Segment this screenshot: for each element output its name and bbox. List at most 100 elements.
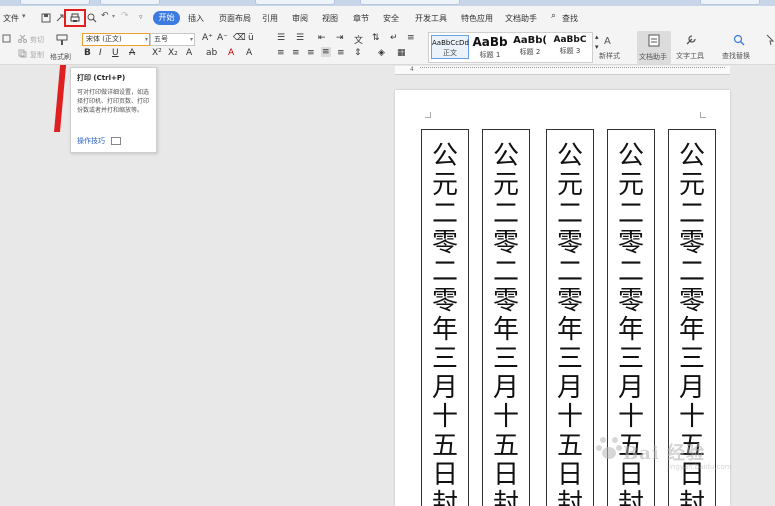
file-menu[interactable]: 文件 (3, 13, 19, 24)
show-marks-icon[interactable]: ↵ (390, 33, 398, 43)
distributed-icon[interactable]: ≡ (337, 48, 345, 58)
tab-page-layout[interactable]: 页面布局 (219, 13, 251, 24)
tab-featured-apps[interactable]: 特色应用 (461, 13, 493, 24)
style-normal[interactable]: AaBbCcDd 正文 (431, 35, 469, 59)
bullets-icon[interactable]: ☰ (277, 33, 285, 43)
italic-icon[interactable]: I (99, 48, 102, 58)
sort-icon[interactable]: ⇅ (372, 33, 380, 43)
char-border-icon[interactable]: A (246, 48, 252, 58)
clear-format-icon[interactable]: ⌫ (233, 33, 246, 43)
subscript-icon[interactable]: X₂ (168, 48, 178, 58)
tab-start[interactable]: 开始 (153, 11, 180, 25)
pinyin-guide-icon[interactable]: ü (248, 33, 254, 43)
chevron-down-icon[interactable]: ▾ (190, 34, 193, 45)
play-icon[interactable] (111, 137, 121, 145)
sort-az-icon[interactable]: ≡ (407, 33, 415, 43)
superscript-icon[interactable]: X² (152, 48, 162, 58)
tab-insert[interactable]: 插入 (188, 13, 204, 24)
copy-icon[interactable] (18, 49, 27, 58)
bold-icon[interactable]: B (84, 48, 91, 58)
decrease-indent-icon[interactable]: ⇤ (318, 33, 326, 43)
tab-developer[interactable]: 开发工具 (415, 13, 447, 24)
doc-assistant-button[interactable]: 文档助手 (637, 31, 671, 64)
chinese-layout-icon[interactable]: 文 (354, 33, 363, 46)
cut-button[interactable]: 剪切 (30, 35, 44, 45)
column-char: 元 (556, 170, 583, 200)
tab-view[interactable]: 视图 (322, 13, 338, 24)
window-tab[interactable] (360, 0, 460, 5)
horizontal-ruler[interactable]: 4 (395, 66, 730, 75)
style-heading-3[interactable]: AaBbC 标题 3 (551, 35, 589, 56)
justify-icon[interactable]: ≡ (321, 47, 331, 57)
text-effect-icon[interactable]: A (186, 48, 192, 58)
new-style-icon[interactable]: A (604, 34, 616, 46)
redo-icon[interactable]: ↷ (121, 11, 129, 21)
text-column[interactable]: 公元二零二零年三月十五日封 (546, 129, 594, 506)
column-char: 日 (492, 460, 519, 490)
copy-button[interactable]: 复制 (30, 50, 44, 60)
borders-icon[interactable]: ▦ (397, 48, 406, 58)
text-column[interactable]: 公元二零二零年三月十五日封 (482, 129, 530, 506)
crop-mark (700, 112, 706, 118)
chevron-down-icon[interactable]: ▾ (22, 12, 26, 20)
window-tab[interactable] (20, 0, 90, 5)
wrench-icon[interactable] (685, 34, 697, 46)
find-replace-button[interactable]: 查找替换 (722, 51, 750, 61)
text-tools-button[interactable]: 文字工具 (676, 51, 704, 61)
window-tab[interactable] (100, 0, 160, 5)
grow-font-icon[interactable]: A⁺ (202, 33, 213, 43)
window-tab[interactable] (700, 0, 760, 5)
tab-references[interactable]: 引用 (262, 13, 278, 24)
highlight-icon[interactable]: ab (206, 48, 217, 58)
styles-scroll-icon[interactable]: ▾ (595, 43, 599, 51)
styles-scroll-icon[interactable]: ▴ (595, 33, 599, 41)
column-char: 封 (492, 489, 519, 506)
style-heading-2[interactable]: AaBb( 标题 2 (511, 35, 549, 57)
chevron-down-icon[interactable]: ▾ (145, 34, 148, 45)
paw-logo-icon (596, 437, 622, 459)
column-char: 零 (678, 286, 705, 316)
strikethrough-icon[interactable]: A (129, 48, 135, 58)
align-left-icon[interactable]: ≡ (277, 48, 285, 58)
line-spacing-icon[interactable]: ⇕ (354, 48, 362, 58)
cut-icon[interactable] (18, 34, 27, 43)
column-char: 二 (431, 199, 458, 229)
font-size-select[interactable]: 五号 ▾ (150, 33, 195, 46)
new-style-button[interactable]: 新样式 (599, 51, 620, 61)
undo-icon[interactable]: ↶ (101, 11, 109, 21)
tips-link[interactable]: 操作技巧 (77, 136, 105, 146)
format-painter-icon[interactable] (56, 34, 68, 46)
chevron-down-icon[interactable]: ▾ (112, 13, 115, 20)
customize-toolbar-icon[interactable]: ▿ (139, 13, 143, 21)
numbering-icon[interactable]: ☰ (296, 33, 304, 43)
align-right-icon[interactable]: ≡ (307, 48, 315, 58)
align-center-icon[interactable]: ≡ (292, 48, 300, 58)
tab-chapter[interactable]: 章节 (353, 13, 369, 24)
format-painter-button[interactable]: 格式刷 (50, 52, 71, 62)
underline-icon[interactable]: U (112, 48, 119, 58)
tab-security[interactable]: 安全 (383, 13, 399, 24)
style-name: 标题 2 (519, 48, 541, 56)
text-column[interactable]: 公元二零二零年三月十五日封 (421, 129, 469, 506)
style-heading-1[interactable]: AaBb 标题 1 (471, 35, 509, 60)
window-tab[interactable] (255, 0, 335, 5)
shrink-font-icon[interactable]: A⁻ (217, 33, 228, 43)
column-char: 月 (617, 373, 644, 403)
increase-indent-icon[interactable]: ⇥ (336, 33, 344, 43)
font-name-value: 宋体 (正文) (86, 35, 122, 43)
column-text: 公元二零二零年三月十五日封 (422, 130, 468, 506)
search-label[interactable]: 查找 (562, 13, 578, 24)
tooltip-title: 打印 (Ctrl+P) (77, 74, 126, 82)
font-name-select[interactable]: 宋体 (正文) ▾ (82, 33, 150, 46)
tab-doc-assistant[interactable]: 文档助手 (505, 13, 537, 24)
svg-text:A: A (604, 36, 611, 46)
font-color-icon[interactable]: A (228, 48, 234, 58)
print-tooltip: 打印 (Ctrl+P) 可对打印做详细设置，如选择打印机、打印页数、打印份数或者… (70, 67, 157, 153)
paste-icon[interactable] (2, 34, 11, 43)
search-icon[interactable] (733, 34, 745, 46)
column-char: 封 (617, 489, 644, 506)
select-icon[interactable] (766, 34, 775, 46)
search-icon[interactable]: ⌕ (551, 11, 556, 21)
shading-icon[interactable]: ◈ (378, 48, 385, 58)
tab-review[interactable]: 审阅 (292, 13, 308, 24)
